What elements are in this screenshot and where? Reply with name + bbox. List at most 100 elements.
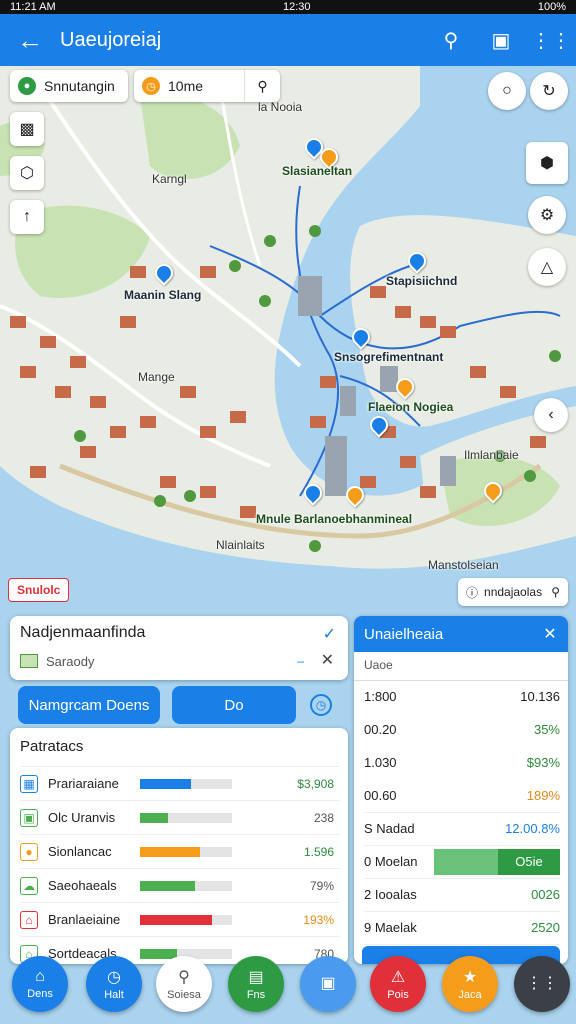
details-row[interactable]: 2 Iooalas 0026 [364,878,560,910]
app-bar: ← Uaeujoreiaj ⚲ ▣ ⋮⋮ [0,14,576,66]
info-card-subtitle: Saraody [46,654,95,669]
stats-row-bar [140,880,232,891]
nav-button-0[interactable]: ⌂ Dens [12,956,68,1012]
map-label: Snsogrefimentnant [334,350,444,364]
home-icon: ⌂ [35,968,45,985]
camera-icon[interactable]: ▩ [10,112,44,146]
stats-row-value: 79% [309,878,334,893]
details-row-key: 0 Moelan [364,854,418,869]
page-title: Uaeujoreiaj [60,28,162,51]
stats-row[interactable]: ● Sionlancac 1.596 [20,834,340,868]
nav-button-3[interactable]: ▤ Fns [228,956,284,1012]
details-row[interactable]: 1.030 $93% [364,746,560,778]
info-icon: ▣ [20,808,38,827]
settings-gear-icon[interactable]: ⚙ [528,196,566,234]
details-panel: Unaielheaia ✕ Uaoe 1:800 10.136 00.20 35% 1.… [354,616,568,964]
map-info-chip[interactable]: ⓘ nndajaolas ⚲ [458,578,568,606]
nav-button-7[interactable]: ⋮⋮ [514,956,570,1012]
clock-icon[interactable]: ◷ [310,694,332,716]
secondary-action-button[interactable]: Do [172,686,296,724]
time-chip-label: 10me [168,78,204,94]
stats-row-bar [140,846,232,857]
search-chip[interactable]: ● Snnutangin [10,70,128,102]
map-canvas [0,66,576,616]
chevron-left-icon[interactable]: ‹ [534,398,568,432]
map-label: Manstolseian [428,558,499,572]
stats-row-label: Prariaraiane [48,776,119,791]
alert-icon: ⚠ [390,969,406,986]
stats-row[interactable]: ⌂ Branlaeiaine 193% [20,902,340,936]
map-view[interactable]: la Nooia Slasianeltan Karngl Maanin Slan… [0,66,576,616]
stats-row-value: 238 [313,810,334,825]
layers-toggle-icon[interactable]: ⬢ [526,142,568,184]
status-left: 11:21 AM [10,1,56,13]
nav-button-1[interactable]: ◷ Halt [86,956,142,1012]
status-badge: Snulolc [8,578,70,602]
details-row-value: 12.00.8% [505,821,560,836]
checkmark-icon[interactable]: ✓ [323,624,336,644]
stats-row[interactable]: ▦ Prariaraiane $3,908 [20,766,340,800]
details-row-value: 0026 [531,887,560,902]
stats-row-label: Saeohaeals [48,878,117,893]
back-arrow-icon[interactable]: ← [0,25,60,56]
compass-icon[interactable]: ↑ [10,200,44,234]
map-label: Ilmlanbaie [464,448,519,462]
location-icon: ● [18,77,36,95]
card-icon: ▣ [320,975,336,992]
clock-icon: ◷ [142,77,160,95]
stats-row-bar [140,778,232,789]
details-row[interactable]: 00.60 189% [364,779,560,811]
stats-row[interactable]: ▣ Olc Uranvis 238 [20,800,340,834]
map-pin-icon[interactable]: ▣ [476,28,526,53]
grid-icon: ⋮⋮ [526,975,558,992]
nav-button-4[interactable]: ▣ [300,956,356,1012]
map-thumbnail-icon [20,654,38,668]
details-row[interactable]: S Nadad 12.00.8% [364,812,560,844]
details-row-value: 2520 [531,920,560,935]
details-row[interactable]: 9 Maelak 2520 [364,911,560,943]
stats-row-value: $3,908 [297,776,334,791]
nav-label: Jaca [458,989,482,1001]
map-info-label: nndajaolas [484,585,543,599]
status-right: 100% [537,1,566,13]
stats-panel: Patratacs ▦ Prariaraiane $3,908 ▣ Olc Uranvi… [10,728,348,964]
details-row-key: 2 Iooalas [364,887,417,902]
stats-row-value: 1.596 [303,844,334,859]
details-row-key: 00.20 [364,721,397,737]
details-row-key: 9 Maelak [364,920,417,935]
details-row-key: 1:800 [364,688,397,704]
nav-button-2[interactable]: ⚲ Soiesa [156,956,212,1012]
info-card-title: Nadjenmaanfinda [20,624,146,641]
details-row-value: O5ie [498,848,560,875]
grid-menu-icon[interactable]: ⋮⋮ [526,28,576,53]
nav-label: Fns [246,989,266,1001]
nav-button-5[interactable]: ⚠ Pois [370,956,426,1012]
stats-row[interactable]: ☁ Saeohaeals 79% [20,868,340,902]
location-target-icon[interactable]: ○ [488,72,526,110]
primary-action-button[interactable]: Namgrcam Doens [18,686,160,724]
map-label: Mange [138,370,175,384]
notification-icon[interactable]: ↻ [530,72,568,110]
details-row[interactable]: 00.20 35% [364,713,560,745]
layers-icon[interactable]: ⬡ [10,156,44,190]
time-chip[interactable]: ◷ 10me ⚲ [134,70,280,102]
search-icon[interactable]: ⚲ [426,28,476,53]
details-row[interactable]: 0 Moelan O5ie [364,845,560,877]
map-label: Stapisiichnd [386,274,458,288]
info-card[interactable]: Nadjenmaanfinda ✓ Saraody – ✕ [10,616,348,680]
cloud-icon: ☁ [20,876,38,895]
clock-icon: ◷ [107,969,121,986]
details-row-value: 10.136 [520,688,560,704]
details-subtitle: Uaoe [364,658,393,672]
location-icon: ● [20,842,38,861]
stats-row-bar [140,812,232,823]
route-icon[interactable]: △ [528,248,566,286]
details-row[interactable]: 1:800 10.136 [364,680,560,712]
nav-button-6[interactable]: ★ Jaca [442,956,498,1012]
status-bar: 11:21 AM 12:30 100% [0,0,576,14]
close-icon[interactable]: ✕ [532,624,568,644]
search-icon[interactable]: ⚲ [244,70,280,102]
details-header: Unaielheaia ✕ [354,616,568,652]
tools-icon[interactable]: ✕ [321,650,334,670]
document-icon: ▤ [248,969,264,986]
